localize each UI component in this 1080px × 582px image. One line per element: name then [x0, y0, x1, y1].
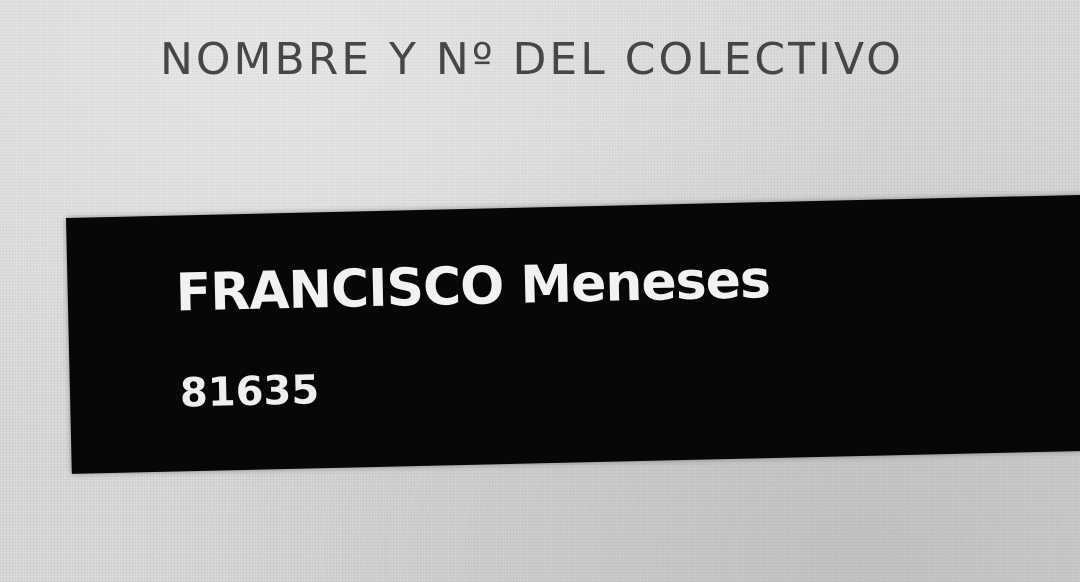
collective-number: 81635 [179, 367, 320, 417]
section-label: NOMBRE Y Nº DEL COLECTIVO [160, 34, 904, 85]
collective-name: FRANCISCO Meneses [175, 250, 771, 324]
collective-info-card: FRANCISCO Meneses 81635 [66, 194, 1080, 474]
